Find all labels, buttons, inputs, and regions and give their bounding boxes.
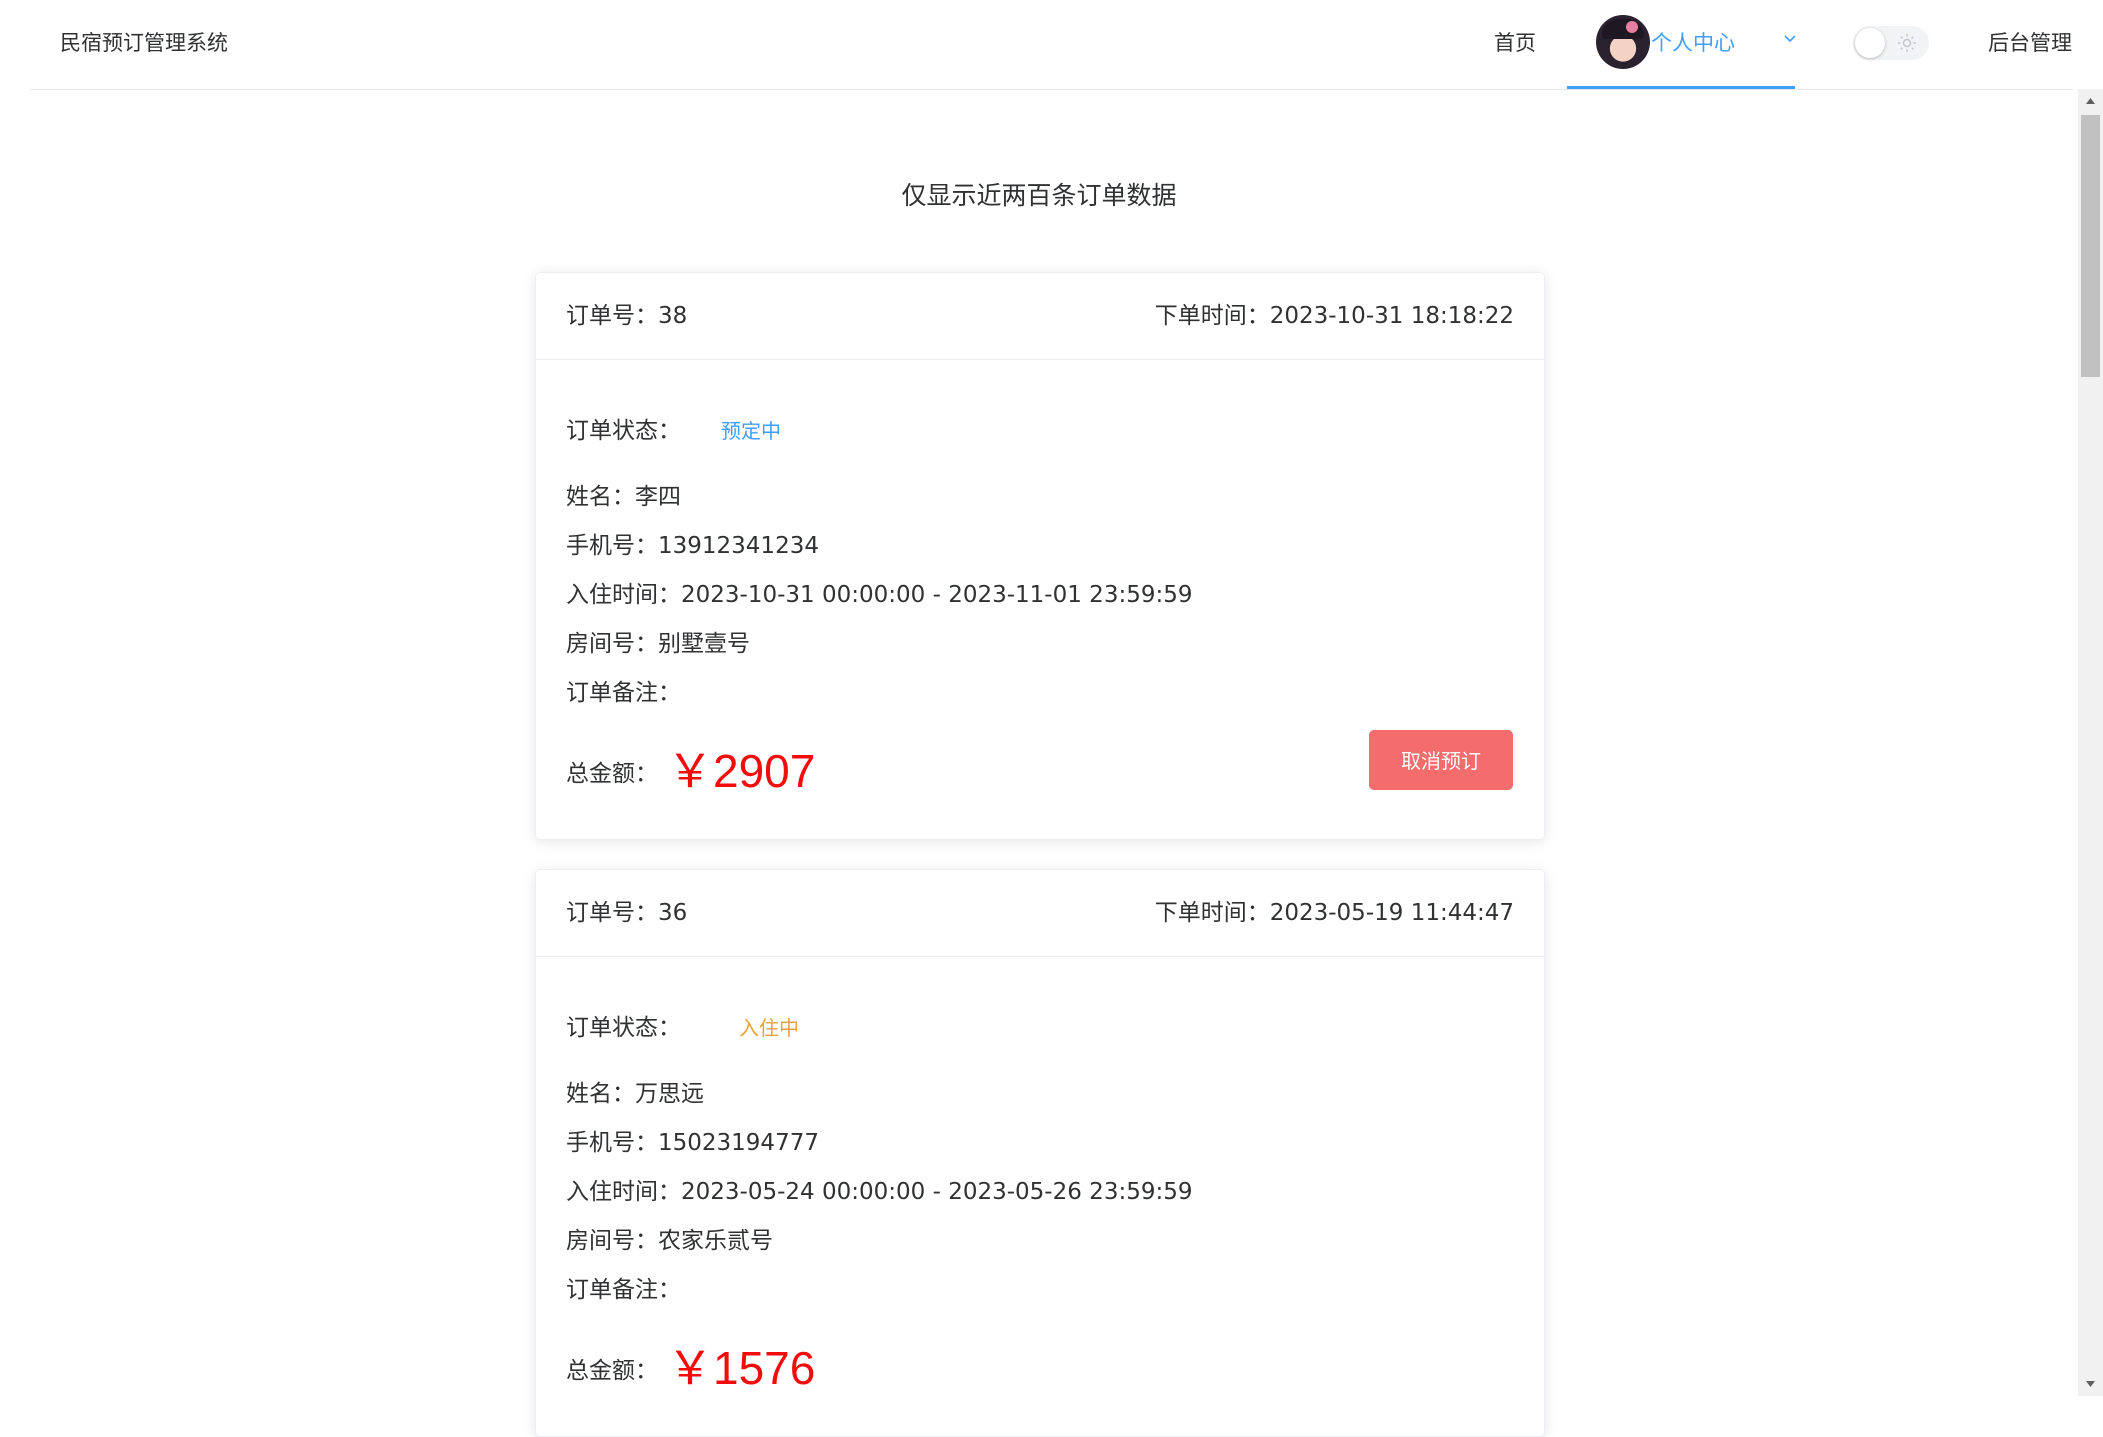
toggle-knob (1855, 28, 1885, 58)
sun-icon (1898, 34, 1916, 52)
cancel-reservation-button[interactable]: 取消预订 (1369, 730, 1513, 790)
page-title: 仅显示近两百条订单数据 (901, 181, 1177, 210)
page-scrollbar[interactable] (2078, 89, 2103, 1396)
order-status-label: 订单状态： (566, 1015, 681, 1041)
chevron-down-icon (1784, 35, 1796, 43)
order-card-header: 订单号：38 下单时间：2023-10-31 18:18:22 (536, 273, 1544, 360)
nav-personal-center-label: 个人中心 (1651, 31, 1735, 55)
total-amount: ￥1576 (667, 1342, 816, 1394)
total-label: 总金额： (566, 1358, 658, 1384)
checkin-time: 入住时间：2023-05-24 00:00:00 - 2023-05-26 23… (566, 1179, 1193, 1205)
guest-name: 姓名：李四 (566, 484, 681, 510)
order-id: 订单号：36 (566, 900, 688, 926)
order-remark: 订单备注： (566, 1277, 681, 1303)
order-id: 订单号：38 (566, 303, 688, 329)
order-status: 入住中 (739, 1016, 799, 1040)
room-number: 房间号：别墅壹号 (566, 631, 750, 657)
scroll-down-arrow-icon[interactable] (2078, 1371, 2103, 1396)
guest-name: 姓名：万思远 (566, 1081, 704, 1107)
order-card: 订单号：36 下单时间：2023-05-19 11:44:47 订单状态： 入住… (535, 869, 1545, 1437)
order-status-label: 订单状态： (566, 418, 681, 444)
scrollbar-thumb[interactable] (2081, 115, 2100, 377)
top-navbar: 民宿预订管理系统 首页 个人中心 后台管理 (30, 0, 2073, 90)
total-label: 总金额： (566, 761, 658, 787)
scroll-up-arrow-icon[interactable] (2078, 89, 2103, 114)
checkin-time: 入住时间：2023-10-31 00:00:00 - 2023-11-01 23… (566, 582, 1193, 608)
total-amount: ￥2907 (667, 745, 816, 797)
order-time: 下单时间：2023-05-19 11:44:47 (1154, 900, 1514, 926)
app-title: 民宿预订管理系统 (60, 31, 228, 55)
order-remark: 订单备注： (566, 680, 681, 706)
order-time: 下单时间：2023-10-31 18:18:22 (1154, 303, 1514, 329)
order-card: 订单号：38 下单时间：2023-10-31 18:18:22 订单状态： 预定… (535, 272, 1545, 840)
room-number: 房间号：农家乐贰号 (566, 1228, 773, 1254)
nav-admin[interactable]: 后台管理 (1988, 0, 2072, 86)
avatar (1596, 15, 1650, 69)
theme-toggle[interactable] (1853, 26, 1929, 60)
nav-home[interactable]: 首页 (1494, 0, 1536, 86)
order-status: 预定中 (721, 419, 781, 443)
nav-personal-center[interactable]: 个人中心 (1567, 0, 1796, 89)
guest-phone: 手机号：13912341234 (566, 533, 819, 559)
order-card-header: 订单号：36 下单时间：2023-05-19 11:44:47 (536, 870, 1544, 957)
guest-phone: 手机号：15023194777 (566, 1130, 819, 1156)
